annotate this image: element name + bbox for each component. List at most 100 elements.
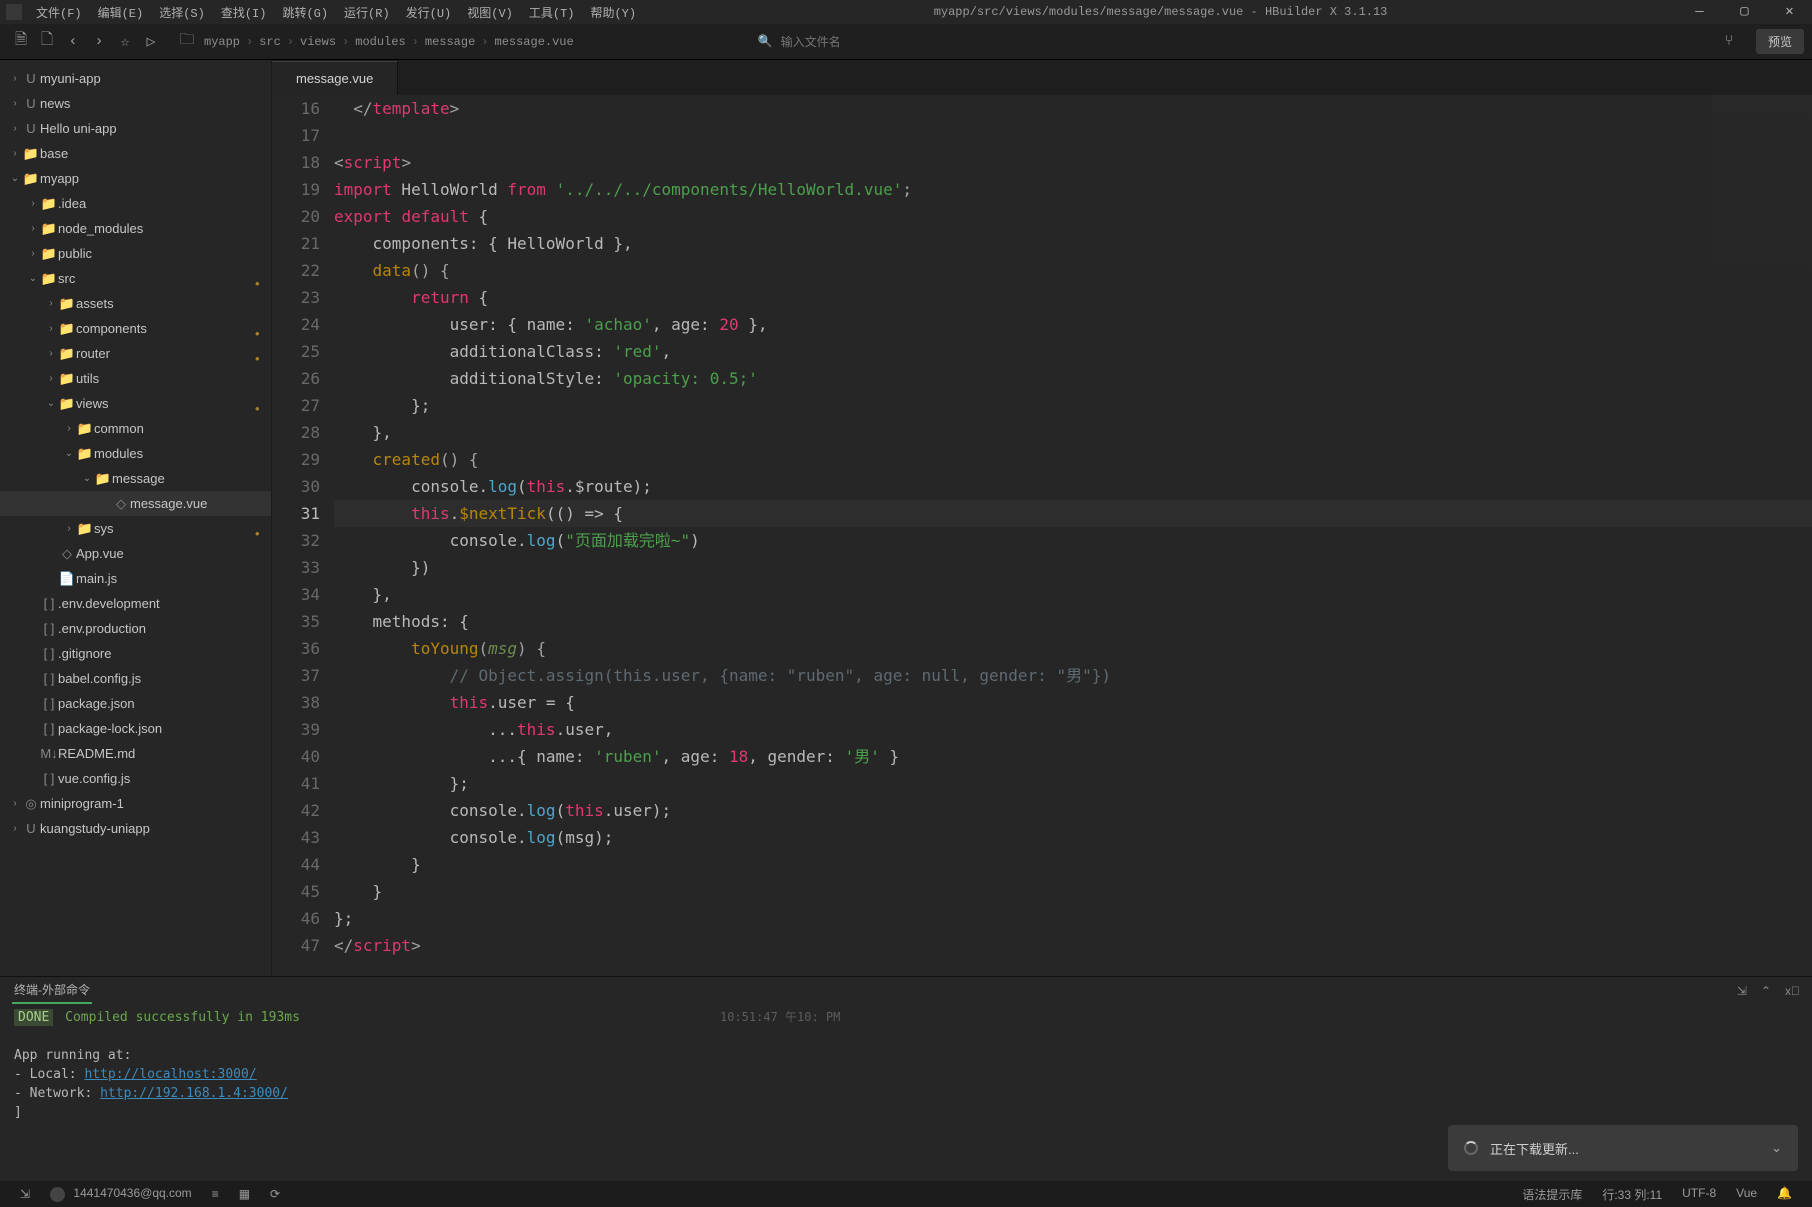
chevron-icon[interactable]: ⌄ — [44, 398, 58, 409]
chevron-icon[interactable]: ⌄ — [26, 273, 40, 284]
chevron-icon[interactable]: › — [8, 123, 22, 134]
sb-cursor-pos[interactable]: 行:33 列:11 — [1592, 1186, 1672, 1203]
tree-row[interactable]: ⌄📁myapp — [0, 166, 271, 191]
sb-encoding[interactable]: UTF-8 — [1672, 1186, 1726, 1203]
menu-select[interactable]: 选择(S) — [151, 4, 213, 21]
menu-find[interactable]: 查找(I) — [213, 4, 275, 21]
code-line[interactable] — [334, 122, 1812, 149]
code-line[interactable]: console.log(msg); — [334, 824, 1812, 851]
code-line[interactable]: </script> — [334, 932, 1812, 959]
code-line[interactable]: components: { HelloWorld }, — [334, 230, 1812, 257]
code-editor[interactable]: 1617181920212223242526272829303132333435… — [272, 95, 1812, 976]
code-line[interactable]: }, — [334, 419, 1812, 446]
tree-row[interactable]: ◇message.vue — [0, 491, 271, 516]
tree-row[interactable]: ›📁.idea — [0, 191, 271, 216]
chevron-icon[interactable]: › — [8, 823, 22, 834]
code-area[interactable]: </template><script>import HelloWorld fro… — [330, 95, 1812, 976]
bc-myapp[interactable]: myapp — [200, 35, 244, 49]
tree-row[interactable]: ⌄📁views — [0, 391, 271, 416]
bc-views[interactable]: views — [296, 35, 340, 49]
tree-row[interactable]: [ ]package-lock.json — [0, 716, 271, 741]
tree-row[interactable]: [ ].gitignore — [0, 641, 271, 666]
code-line[interactable]: } — [334, 851, 1812, 878]
tree-row[interactable]: [ ]babel.config.js — [0, 666, 271, 691]
tree-row[interactable]: ◇App.vue — [0, 541, 271, 566]
code-line[interactable]: methods: { — [334, 608, 1812, 635]
sb-language[interactable]: Vue — [1726, 1186, 1767, 1203]
code-line[interactable]: }, — [334, 581, 1812, 608]
sb-bell-icon[interactable]: 🔔 — [1767, 1186, 1802, 1203]
tab-message-vue[interactable]: message.vue — [272, 61, 398, 95]
terminal-split-icon[interactable]: ⇲ — [1737, 984, 1747, 998]
menu-edit[interactable]: 编辑(E) — [90, 4, 152, 21]
code-line[interactable]: toYoung(msg) { — [334, 635, 1812, 662]
filter-icon[interactable]: ⑂ — [1716, 33, 1742, 50]
chevron-icon[interactable]: › — [62, 523, 76, 534]
chevron-icon[interactable]: › — [26, 248, 40, 259]
bc-file[interactable]: message.vue — [491, 35, 578, 49]
tree-row[interactable]: ›📁sys — [0, 516, 271, 541]
tree-row[interactable]: [ ]vue.config.js — [0, 766, 271, 791]
tree-row[interactable]: M↓README.md — [0, 741, 271, 766]
code-line[interactable]: import HelloWorld from '../../../compone… — [334, 176, 1812, 203]
tree-row[interactable]: ›📁router — [0, 341, 271, 366]
menu-view[interactable]: 视图(V) — [459, 4, 521, 21]
chevron-icon[interactable]: › — [8, 98, 22, 109]
minimize-button[interactable]: — — [1677, 0, 1722, 24]
terminal-tab[interactable]: 终端-外部命令 — [12, 977, 92, 1004]
terminal-collapse-icon[interactable]: ⌃ — [1761, 984, 1771, 998]
close-button[interactable]: ✕ — [1767, 0, 1812, 24]
chevron-icon[interactable]: ⌄ — [80, 473, 94, 484]
new-file-icon[interactable]: 🗎 — [8, 29, 34, 54]
tree-row[interactable]: ›📁node_modules — [0, 216, 271, 241]
chevron-icon[interactable]: ⌄ — [62, 448, 76, 459]
sb-sync-icon[interactable]: ⟳ — [260, 1187, 290, 1201]
tree-row[interactable]: ›Ukuangstudy-uniapp — [0, 816, 271, 841]
code-line[interactable]: console.log(this.user); — [334, 797, 1812, 824]
menu-file[interactable]: 文件(F) — [28, 4, 90, 21]
chevron-icon[interactable]: › — [44, 373, 58, 384]
run-icon[interactable]: ▷ — [138, 32, 164, 51]
chevron-icon[interactable]: › — [44, 323, 58, 334]
tree-row[interactable]: ›📁base — [0, 141, 271, 166]
menu-help[interactable]: 帮助(Y) — [582, 4, 644, 21]
tree-row[interactable]: ›UHello uni-app — [0, 116, 271, 141]
code-line[interactable]: console.log(this.$route); — [334, 473, 1812, 500]
terminal-close-icon[interactable]: x⃫ — [1785, 984, 1800, 998]
term-network-url[interactable]: http://192.168.1.4:3000/ — [100, 1086, 288, 1101]
code-line[interactable]: }; — [334, 770, 1812, 797]
sb-expand-icon[interactable]: ⇲ — [10, 1187, 40, 1201]
bc-src[interactable]: src — [255, 35, 285, 49]
star-icon[interactable]: ☆ — [112, 32, 138, 51]
bc-modules[interactable]: modules — [351, 35, 409, 49]
code-line[interactable]: }; — [334, 392, 1812, 419]
code-line[interactable]: // Object.assign(this.user, {name: "rube… — [334, 662, 1812, 689]
sb-list-icon[interactable]: ≡ — [202, 1187, 229, 1201]
chevron-icon[interactable]: › — [8, 798, 22, 809]
code-line[interactable]: user: { name: 'achao', age: 20 }, — [334, 311, 1812, 338]
term-local-url[interactable]: http://localhost:3000/ — [84, 1067, 256, 1082]
terminal-prompt[interactable]: ] — [14, 1103, 1798, 1122]
code-line[interactable]: <script> — [334, 149, 1812, 176]
chevron-icon[interactable]: › — [26, 198, 40, 209]
tree-row[interactable]: ›Umyuni-app — [0, 66, 271, 91]
tree-row[interactable]: ›Unews — [0, 91, 271, 116]
code-line[interactable]: this.user = { — [334, 689, 1812, 716]
code-line[interactable]: this.$nextTick(() => { — [334, 500, 1812, 527]
tree-row[interactable]: ›📁common — [0, 416, 271, 441]
tree-row[interactable]: ⌄📁modules — [0, 441, 271, 466]
sb-account[interactable]: 1441470436@qq.com — [40, 1186, 202, 1201]
code-line[interactable]: created() { — [334, 446, 1812, 473]
code-line[interactable]: additionalStyle: 'opacity: 0.5;' — [334, 365, 1812, 392]
tree-row[interactable]: ›📁assets — [0, 291, 271, 316]
save-icon[interactable]: 🗋 — [34, 29, 60, 54]
tree-row[interactable]: 📄main.js — [0, 566, 271, 591]
minimap[interactable] — [1712, 95, 1812, 395]
preview-button[interactable]: 预览 — [1756, 29, 1804, 54]
code-line[interactable]: return { — [334, 284, 1812, 311]
tree-row[interactable]: ⌄📁message — [0, 466, 271, 491]
code-line[interactable]: ...this.user, — [334, 716, 1812, 743]
code-line[interactable]: export default { — [334, 203, 1812, 230]
menu-goto[interactable]: 跳转(G) — [274, 4, 336, 21]
sb-syntax[interactable]: 语法提示库 — [1512, 1186, 1592, 1203]
